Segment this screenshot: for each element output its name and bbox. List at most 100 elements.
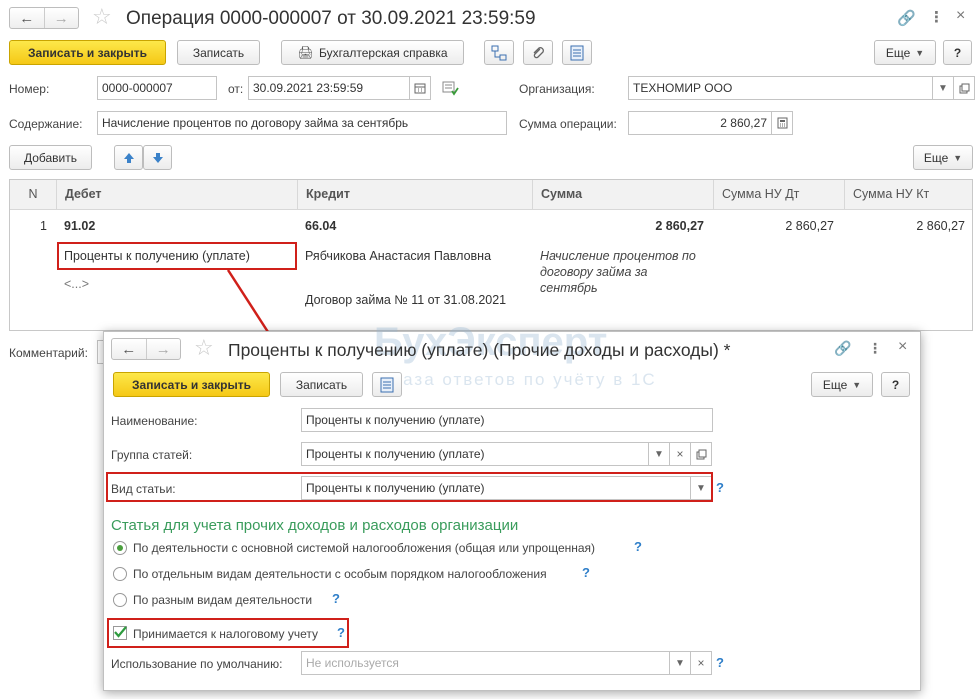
- connector-line: [226, 269, 270, 333]
- dialog-more-button[interactable]: Еще ▼: [811, 372, 873, 397]
- attachment-icon[interactable]: [523, 40, 553, 65]
- back-arrow-icon[interactable]: ←: [112, 339, 146, 359]
- group-clear-icon[interactable]: ×: [669, 442, 691, 466]
- row-amount: 2 860,27: [655, 219, 704, 233]
- highlight-kind-row: [106, 472, 713, 502]
- radio-special-taxation[interactable]: [113, 567, 127, 581]
- radio-main-taxation-help-icon[interactable]: ?: [634, 539, 642, 554]
- group-open-icon[interactable]: [690, 442, 712, 466]
- item-dialog: БухЭксперт База ответов по учёту в 1С ← …: [103, 320, 921, 691]
- accounting-report-button[interactable]: 🖨 Бухгалтерская справка: [281, 40, 464, 65]
- radio-special-taxation-help-icon[interactable]: ?: [582, 565, 590, 580]
- posting-status-icon[interactable]: [442, 80, 460, 99]
- chevron-down-icon: ▼: [915, 47, 925, 58]
- chevron-down-icon: ▼: [852, 379, 862, 390]
- dialog-save-button[interactable]: Записать: [280, 372, 363, 397]
- section-title: Статья для учета прочих доходов и расход…: [111, 517, 519, 534]
- document-list-icon[interactable]: [562, 40, 592, 65]
- nav-back-forward[interactable]: ← →: [9, 7, 79, 29]
- kind-help-icon[interactable]: ?: [716, 480, 724, 495]
- favorite-star-icon[interactable]: ☆: [194, 335, 214, 361]
- default-use-clear-icon[interactable]: ×: [690, 651, 712, 675]
- default-use-dropdown-icon[interactable]: ▼: [669, 651, 691, 675]
- link-icon[interactable]: 🔗: [897, 9, 916, 27]
- table-more-label: Еще: [923, 150, 949, 165]
- favorite-star-icon[interactable]: ☆: [92, 4, 112, 30]
- content-label: Содержание:: [9, 117, 83, 131]
- group-dropdown-icon[interactable]: ▼: [648, 442, 670, 466]
- row-nu-dt: 2 860,27: [785, 219, 834, 233]
- default-use-label: Использование по умолчанию:: [111, 657, 283, 671]
- close-icon[interactable]: ×: [956, 7, 965, 25]
- document-list-icon[interactable]: [372, 372, 402, 397]
- radio-special-taxation-label: По отдельным видам деятельности с особым…: [133, 567, 547, 581]
- column-header-nu-dt[interactable]: Сумма НУ Дт: [713, 180, 844, 210]
- calendar-icon[interactable]: [409, 76, 431, 100]
- operation-sum-label: Сумма операции:: [519, 117, 617, 131]
- row-number: 1: [40, 219, 47, 233]
- debit-account: 91.02: [64, 219, 96, 233]
- name-field[interactable]: Проценты к получению (уплате): [301, 408, 713, 432]
- table-more-button[interactable]: Еще ▼: [913, 145, 973, 170]
- date-field[interactable]: 30.09.2021 23:59:59: [248, 76, 410, 100]
- dialog-nav-back-forward[interactable]: ← →: [111, 338, 181, 360]
- column-header-credit[interactable]: Кредит: [297, 180, 532, 210]
- credit-subconto-2: Договор займа № 11 от 31.08.2021: [305, 293, 507, 307]
- group-field[interactable]: Проценты к получению (уплате): [301, 442, 649, 466]
- radio-various-activities[interactable]: [113, 593, 127, 607]
- radio-main-taxation[interactable]: [113, 541, 127, 555]
- highlight-tax-accounting: [107, 618, 349, 648]
- dialog-more-label: Еще: [822, 377, 848, 392]
- structure-icon[interactable]: [484, 40, 514, 65]
- group-label: Группа статей:: [111, 448, 193, 462]
- radio-various-activities-help-icon[interactable]: ?: [332, 591, 340, 606]
- operation-sum-field[interactable]: 2 860,27: [628, 111, 772, 135]
- organization-dropdown-icon[interactable]: ▼: [932, 76, 954, 100]
- number-label: Номер:: [9, 82, 50, 96]
- dialog-title: Проценты к получению (уплате) (Прочие до…: [228, 340, 731, 360]
- date-label: от:: [228, 82, 244, 96]
- dialog-save-and-close-button[interactable]: Записать и закрыть: [113, 372, 270, 397]
- row-amount-description: Начисление процентов по договору займа з…: [540, 249, 696, 295]
- move-down-icon[interactable]: [143, 145, 172, 170]
- column-header-n[interactable]: N: [10, 180, 56, 210]
- comment-label: Комментарий:: [9, 346, 88, 360]
- save-button[interactable]: Записать: [177, 40, 260, 65]
- move-up-icon[interactable]: [114, 145, 143, 170]
- highlight-debit-subconto: [57, 242, 297, 270]
- menu-dots-icon[interactable]: ⋮: [929, 8, 944, 26]
- forward-arrow-icon[interactable]: →: [43, 8, 79, 28]
- credit-account: 66.04: [305, 219, 337, 233]
- link-icon[interactable]: 🔗: [834, 340, 851, 357]
- chevron-down-icon: ▼: [953, 152, 963, 163]
- accounting-report-label: Бухгалтерская справка: [318, 45, 448, 60]
- watermark-tagline: База ответов по учёту в 1С: [390, 370, 657, 389]
- debit-subconto-2: <...>: [64, 277, 90, 291]
- dialog-help-button[interactable]: ?: [881, 372, 910, 397]
- default-use-help-icon[interactable]: ?: [716, 655, 724, 670]
- radio-main-taxation-label: По деятельности с основной системой нало…: [133, 541, 596, 555]
- organization-open-icon[interactable]: [953, 76, 975, 100]
- row-nu-kt: 2 860,27: [916, 219, 965, 233]
- column-header-debit[interactable]: Дебет: [56, 180, 297, 210]
- add-row-button[interactable]: Добавить: [9, 145, 92, 170]
- organization-field[interactable]: ТЕХНОМИР ООО: [628, 76, 933, 100]
- forward-arrow-icon[interactable]: →: [145, 339, 181, 359]
- help-button[interactable]: ?: [943, 40, 972, 65]
- credit-subconto-1: Рябчикова Анастасия Павловна: [305, 249, 492, 263]
- close-icon[interactable]: ×: [898, 338, 907, 356]
- more-button[interactable]: Еще ▼: [874, 40, 936, 65]
- printer-icon: 🖨: [297, 44, 314, 60]
- column-header-sum[interactable]: Сумма: [532, 180, 713, 210]
- more-label: Еще: [885, 45, 911, 60]
- column-header-nu-kt[interactable]: Сумма НУ Кт: [844, 180, 972, 210]
- menu-dots-icon[interactable]: ⋮: [868, 340, 882, 357]
- calculator-icon[interactable]: [771, 111, 793, 135]
- content-field[interactable]: Начисление процентов по договору займа з…: [97, 111, 507, 135]
- name-label: Наименование:: [111, 414, 198, 428]
- default-use-field[interactable]: Не используется: [301, 651, 670, 675]
- save-and-close-button[interactable]: Записать и закрыть: [9, 40, 166, 65]
- organization-label: Организация:: [519, 82, 595, 96]
- back-arrow-icon[interactable]: ←: [10, 8, 44, 28]
- number-field[interactable]: 0000-000007: [97, 76, 217, 100]
